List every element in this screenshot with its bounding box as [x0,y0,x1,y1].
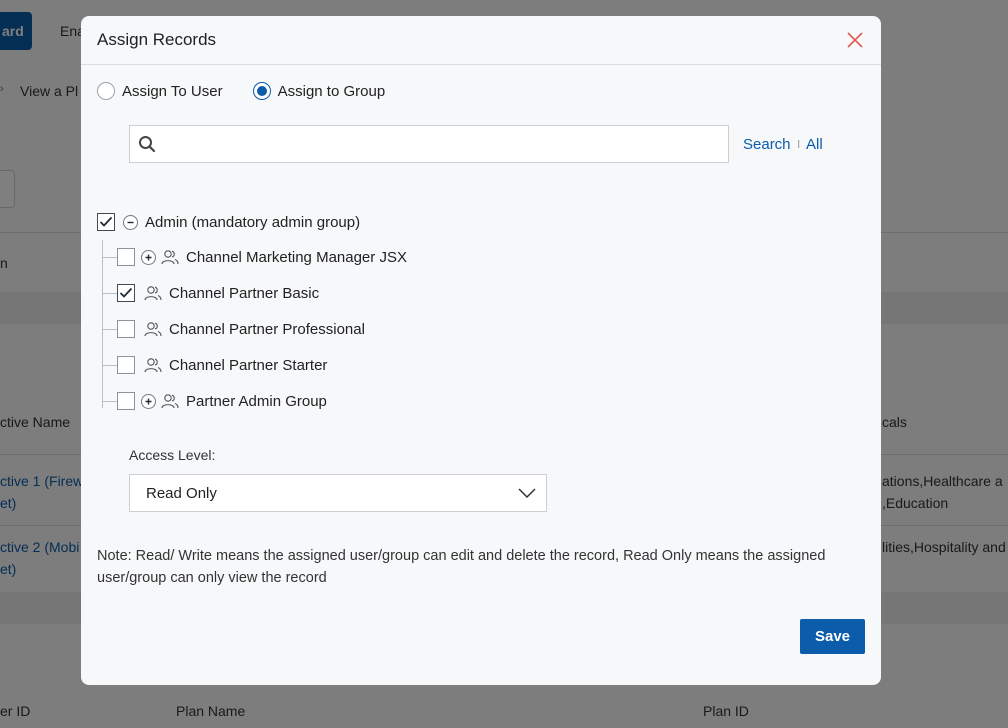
tree-node-channel-partner-starter: Channel Partner Starter [117,355,327,375]
tree-node-partner-admin-group: Partner Admin Group [117,391,327,411]
chevron-down-icon [518,488,536,498]
search-input[interactable] [156,126,728,162]
tree-node-label[interactable]: Channel Partner Starter [169,357,327,374]
assign-type-radio-group: Assign To User Assign to Group [97,82,415,100]
expand-toggle[interactable] [141,249,156,265]
close-button[interactable] [843,28,867,52]
plus-icon [145,254,152,260]
tree-checkbox[interactable] [117,356,135,374]
group-icon [143,357,163,373]
tree-checkbox[interactable] [117,392,135,410]
assign-to-user-radio[interactable]: Assign To User [97,82,223,100]
tree-node-admin: Admin (mandatory admin group) [97,212,360,232]
tree-node-label[interactable]: Channel Marketing Manager JSX [186,249,407,266]
group-icon [143,321,163,337]
tree-connector [102,257,117,258]
access-note: Note: Read/ Write means the assigned use… [97,548,826,586]
collapse-toggle[interactable] [123,214,138,230]
tree-connector [102,329,117,330]
modal-title: Assign Records [97,30,217,49]
tree-node-label[interactable]: Admin (mandatory admin group) [145,214,360,231]
search-links-separator: l [797,138,800,151]
group-icon [160,393,180,409]
tree-checkbox[interactable] [117,248,135,266]
group-icon [160,249,180,265]
access-level-select[interactable]: Read Only [129,474,547,512]
radio-circle[interactable] [97,82,115,100]
modal-header: Assign Records [81,16,881,65]
all-link[interactable]: All [806,136,823,153]
tree-node-channel-partner-basic: Channel Partner Basic [117,283,319,303]
tree-connector [102,365,117,366]
tree-connector [102,240,103,408]
assign-to-group-radio[interactable]: Assign to Group [252,82,386,100]
check-icon [99,216,113,227]
minus-icon [127,221,134,223]
search-field[interactable] [129,125,729,163]
tree-node-label[interactable]: Partner Admin Group [186,393,327,410]
search-links: Search l All [743,136,823,153]
tree-checkbox[interactable] [117,320,135,338]
tree-node-label[interactable]: Channel Partner Professional [169,321,365,338]
tree-node-label[interactable]: Channel Partner Basic [169,285,319,302]
tree-node-channel-marketing-manager-jsx: Channel Marketing Manager JSX [117,247,407,267]
radio-label: Assign to Group [277,82,386,100]
tree-checkbox[interactable] [97,213,115,231]
tree-connector [102,401,117,402]
save-button[interactable]: Save [800,619,865,654]
search-icon [139,136,156,153]
expand-toggle[interactable] [141,393,156,409]
search-link[interactable]: Search [743,136,791,153]
close-icon [847,32,863,48]
plus-icon [145,398,152,404]
tree-connector [102,293,117,294]
check-icon [119,287,133,298]
access-level-value: Read Only [146,484,217,502]
tree-node-channel-partner-professional: Channel Partner Professional [117,319,365,339]
assign-records-modal: Assign Records Assign To User Assign to … [81,16,881,685]
group-icon [143,285,163,301]
radio-circle[interactable] [252,82,271,100]
radio-label: Assign To User [122,82,223,100]
tree-checkbox[interactable] [117,284,135,302]
access-level-label: Access Level: [129,447,216,463]
